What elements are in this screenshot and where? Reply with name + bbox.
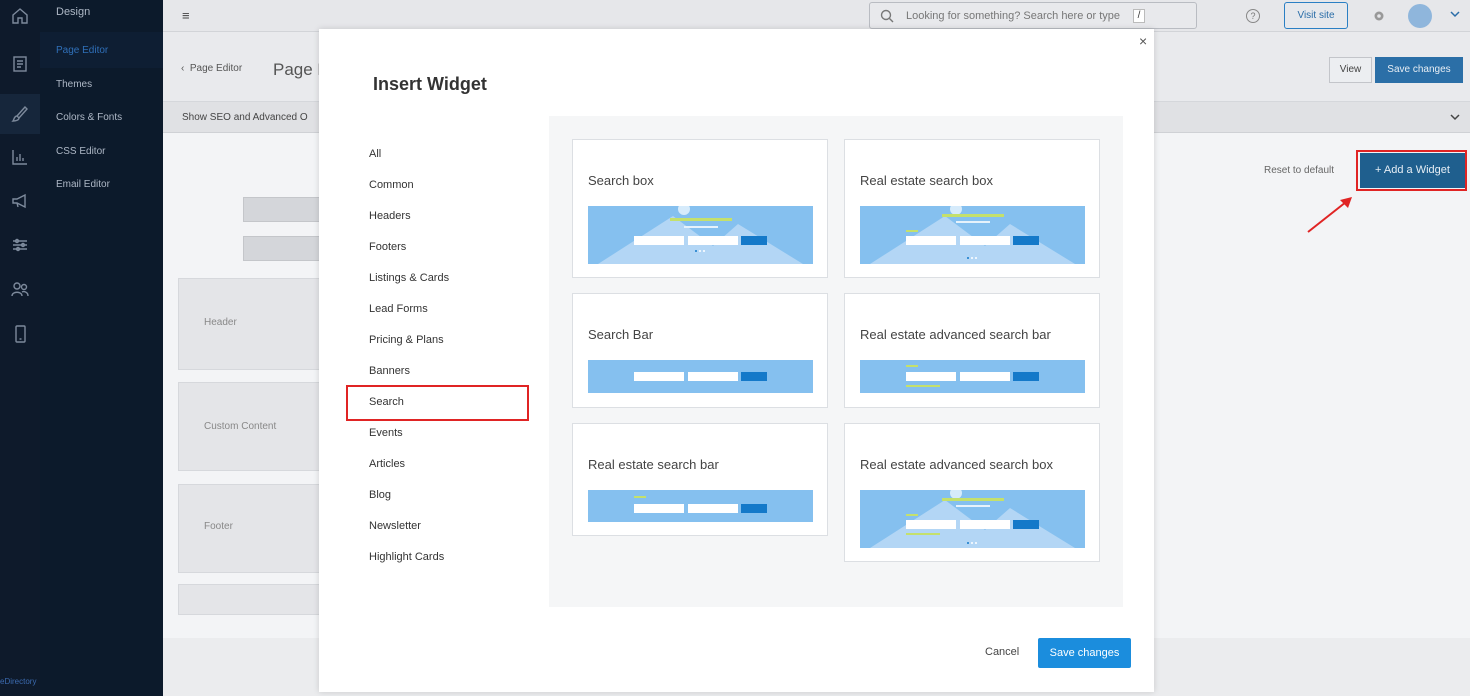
megaphone-icon[interactable]	[6, 187, 34, 215]
cancel-button[interactable]: Cancel	[985, 646, 1019, 658]
view-button[interactable]: View	[1329, 57, 1372, 83]
top-bar	[163, 0, 1470, 32]
menu-icon[interactable]: ≡	[182, 8, 190, 23]
widget-preview	[860, 360, 1085, 393]
widget-preview	[588, 206, 813, 264]
search-icon	[880, 9, 894, 23]
widget-title: Real estate search box	[860, 173, 993, 188]
category-newsletter[interactable]: Newsletter	[369, 520, 421, 532]
section-block-footer[interactable]	[178, 484, 323, 573]
widget-title: Search box	[588, 173, 654, 188]
category-headers[interactable]: Headers	[369, 210, 411, 222]
category-highlight-cards[interactable]: Highlight Cards	[369, 551, 444, 563]
widget-title: Real estate advanced search box	[860, 457, 1053, 472]
widget-title: Real estate search bar	[588, 457, 719, 472]
back-link[interactable]: ‹ Page Editor	[181, 63, 242, 74]
widget-card-real-estate-advanced-search-bar[interactable]: Real estate advanced search bar	[844, 293, 1100, 408]
category-lead-forms[interactable]: Lead Forms	[369, 303, 428, 315]
category-events[interactable]: Events	[369, 427, 403, 439]
search-placeholder: Looking for something? Search here or ty…	[906, 10, 1121, 22]
back-link-label: Page Editor	[189, 63, 243, 74]
home-icon[interactable]	[6, 2, 34, 30]
sidebar-item-themes[interactable]: Themes	[56, 79, 92, 90]
help-icon[interactable]: ?	[1246, 9, 1260, 23]
blurred-field	[243, 236, 323, 261]
reports-chart-icon[interactable]	[6, 143, 34, 171]
sidebar-section-title: Design	[56, 6, 91, 18]
search-category-highlight	[346, 385, 529, 421]
gear-icon[interactable]	[1372, 9, 1386, 23]
widget-preview	[860, 490, 1085, 548]
pages-icon[interactable]	[6, 50, 34, 78]
widget-card-search-box[interactable]: Search box	[572, 139, 828, 278]
visit-site-button[interactable]: Visit site	[1284, 2, 1348, 29]
seo-toggle-label: Show SEO and Advanced O	[182, 112, 308, 123]
red-arrow-annotation	[1307, 197, 1352, 233]
sidebar-item-css-editor[interactable]: CSS Editor	[56, 146, 105, 157]
widget-preview	[588, 490, 813, 522]
widget-preview	[860, 206, 1085, 264]
design-brush-icon[interactable]	[0, 94, 40, 134]
chevron-down-icon[interactable]	[1450, 10, 1460, 18]
category-listings-cards[interactable]: Listings & Cards	[369, 272, 449, 284]
chevron-down-icon[interactable]	[1450, 113, 1460, 121]
blurred-field	[243, 197, 323, 222]
reset-to-default-link[interactable]: Reset to default	[1264, 165, 1334, 176]
section-label-header: Header	[204, 317, 237, 328]
add-widget-highlight	[1356, 150, 1467, 191]
sidebar-item-email-editor[interactable]: Email Editor	[56, 179, 110, 190]
section-block-empty	[178, 584, 323, 615]
widget-card-real-estate-advanced-search-box[interactable]: Real estate advanced search box	[844, 423, 1100, 562]
section-block-header[interactable]	[178, 278, 323, 370]
global-search-input[interactable]: Looking for something? Search here or ty…	[869, 2, 1197, 29]
save-changes-button[interactable]: Save changes	[1375, 57, 1463, 83]
category-pricing-plans[interactable]: Pricing & Plans	[369, 334, 444, 346]
widget-card-real-estate-search-box[interactable]: Real estate search box	[844, 139, 1100, 278]
avatar[interactable]	[1408, 4, 1432, 28]
design-sidebar: Design Page Editor Themes Colors & Fonts…	[40, 0, 163, 696]
widget-card-search-bar[interactable]: Search Bar	[572, 293, 828, 408]
modal-title: Insert Widget	[373, 74, 487, 94]
close-icon[interactable]: ×	[1139, 33, 1147, 49]
mobile-icon[interactable]	[6, 320, 34, 348]
widget-preview	[588, 360, 813, 393]
icon-rail: eDirectory	[0, 0, 40, 696]
category-articles[interactable]: Articles	[369, 458, 405, 470]
category-banners[interactable]: Banners	[369, 365, 410, 377]
widget-title: Search Bar	[588, 327, 654, 342]
sliders-icon[interactable]	[6, 231, 34, 259]
modal-save-changes-button[interactable]: Save changes	[1038, 638, 1131, 668]
category-footers[interactable]: Footers	[369, 241, 406, 253]
widget-card-real-estate-search-bar[interactable]: Real estate search bar	[572, 423, 828, 536]
category-common[interactable]: Common	[369, 179, 414, 191]
sidebar-item-page-editor[interactable]: Page Editor	[56, 45, 108, 56]
category-blog[interactable]: Blog	[369, 489, 391, 501]
section-label-custom-content: Custom Content	[204, 421, 277, 432]
brand-footer: eDirectory	[0, 677, 37, 686]
users-icon[interactable]	[6, 275, 34, 303]
search-shortcut-key: /	[1133, 9, 1145, 23]
section-label-footer: Footer	[204, 521, 233, 532]
widget-title: Real estate advanced search bar	[860, 327, 1051, 342]
category-all[interactable]: All	[369, 148, 381, 160]
sidebar-item-colors-fonts[interactable]: Colors & Fonts	[56, 112, 122, 123]
